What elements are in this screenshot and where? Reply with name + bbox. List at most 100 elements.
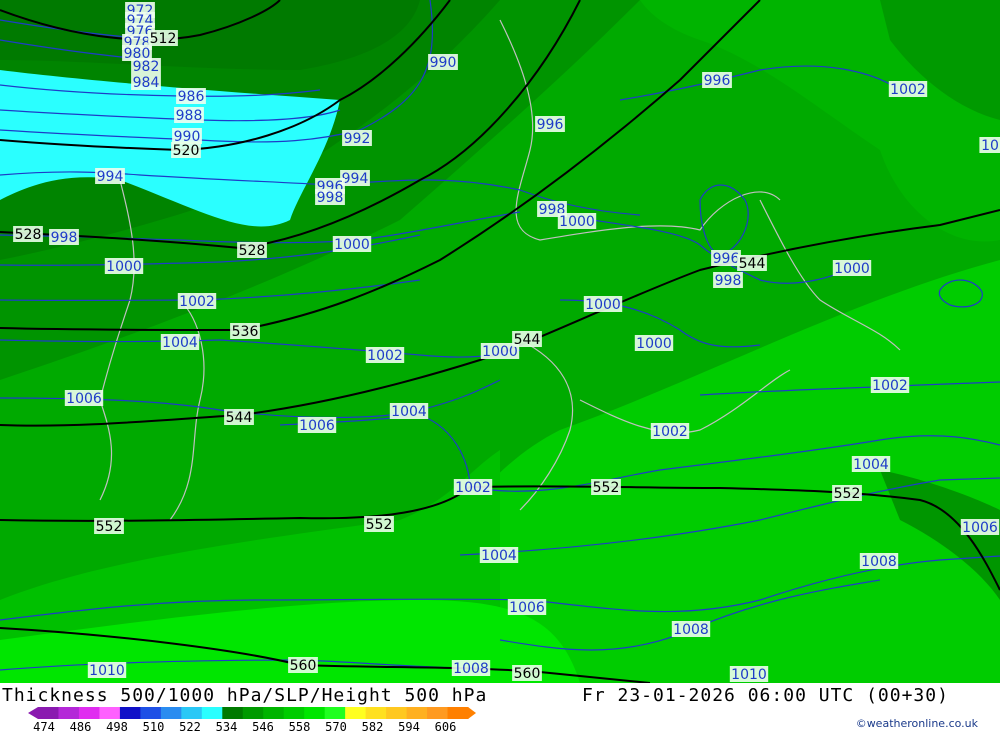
isobar-label-text: 1008 xyxy=(673,622,709,638)
isobar-label: 1006 xyxy=(64,390,104,407)
isobar-label-text: 1006 xyxy=(509,600,545,616)
color-scale-tick-label: 570 xyxy=(325,720,347,733)
color-scale-tick-label: 522 xyxy=(179,720,201,733)
height-label: 560 xyxy=(288,657,318,674)
color-scale-arrow-left xyxy=(28,707,38,719)
isobar-label-text: 1002 xyxy=(179,294,215,310)
isobar-label: 1002 xyxy=(453,479,493,496)
isobar-label: 992 xyxy=(342,130,372,147)
isobar-label-text: 1006 xyxy=(962,520,998,536)
height-label: 528 xyxy=(13,226,43,243)
height-label-text: 512 xyxy=(150,31,177,47)
isobar-label-text: 1000 xyxy=(636,336,672,352)
height-label: 512 xyxy=(148,30,178,47)
isobar-label-text: 996 xyxy=(713,251,740,267)
height-label: 560 xyxy=(512,665,542,682)
isobar-label: 1000 xyxy=(583,296,623,313)
isobar-label-text: 992 xyxy=(344,131,371,147)
isobar-label: 1010 xyxy=(87,662,127,679)
isobar-label: 1004 xyxy=(479,547,519,564)
isobar-label: 1000 xyxy=(104,258,144,275)
color-scale-swatch xyxy=(447,707,469,719)
credit-link[interactable]: ©weatheronline.co.uk xyxy=(856,717,978,730)
isobar-label: 1000 xyxy=(332,236,372,253)
isobar-label-text: 1002 xyxy=(367,348,403,364)
isobar-label-text: 998 xyxy=(317,190,344,206)
weather-map: 972 974 976 978 980 982 984 986 988 990 990 992 994 9… xyxy=(0,0,1000,683)
isobar-label: 996 xyxy=(535,116,565,133)
isobar-label-text: 990 xyxy=(430,55,457,71)
height-label: 544 xyxy=(737,255,767,272)
color-scale-swatch xyxy=(78,707,100,719)
height-label-text: 528 xyxy=(239,243,266,259)
isobar-label: 1008 xyxy=(671,621,711,638)
color-scale-swatch xyxy=(427,707,449,719)
height-label: 536 xyxy=(230,323,260,340)
height-label-text: 536 xyxy=(232,324,259,340)
isobar-label: 1008 xyxy=(451,660,491,677)
color-scale-tick-label: 486 xyxy=(70,720,92,733)
isobar-label-text: 988 xyxy=(176,108,203,124)
color-scale-tick-label: 558 xyxy=(289,720,311,733)
color-scale-tick-label: 594 xyxy=(398,720,420,733)
color-scale-swatch xyxy=(201,707,223,719)
height-label-text: 544 xyxy=(514,332,541,348)
isobar-label-text: 986 xyxy=(178,89,205,105)
height-label-text: 560 xyxy=(290,658,317,674)
isobar-label-text: 984 xyxy=(133,75,160,91)
height-label: 552 xyxy=(364,516,394,533)
isobar-label-text: 998 xyxy=(51,230,78,246)
isobar-label-text: 1004 xyxy=(162,335,198,351)
isobar-label-text: 1006 xyxy=(66,391,102,407)
valid-datetime: Fr 23-01-2026 06:00 UTC (00+30) xyxy=(582,685,949,706)
height-label: 528 xyxy=(237,242,267,259)
height-label: 552 xyxy=(94,518,124,535)
isobar-label-text: 1010 xyxy=(89,663,125,679)
isobar-label: 1002 xyxy=(177,293,217,310)
isobar-label-text: 1000 xyxy=(106,259,142,275)
isobar-label-text: 1010 xyxy=(731,667,767,683)
color-scale-swatch xyxy=(38,707,59,719)
color-scale-swatch xyxy=(365,707,387,719)
isobar-label-text: 1008 xyxy=(453,661,489,677)
isobar-label: 988 xyxy=(174,107,204,124)
height-label-text: 552 xyxy=(834,486,861,502)
isobar-label-text: 1000 xyxy=(559,214,595,230)
color-scale-swatch xyxy=(58,707,80,719)
isobar-label: 1000 xyxy=(634,335,674,352)
isobar-label-text: 1002 xyxy=(872,378,908,394)
map-footer: Thickness 500/1000 hPa/SLP/Height 500 hP… xyxy=(0,683,1000,733)
isobar-label: 1006 xyxy=(507,599,547,616)
height-label-text: 520 xyxy=(173,143,200,159)
isobar-label: 1004 xyxy=(160,334,200,351)
isobar-label: 1000 xyxy=(832,260,872,277)
isobar-label: 998 xyxy=(315,189,345,206)
isobar-label: 1002 xyxy=(888,81,928,98)
isobar-label-text: 1000 xyxy=(834,261,870,277)
isobar-label-text: 998 xyxy=(715,273,742,289)
isobar-label: 1000 xyxy=(557,213,597,230)
color-scale-tick-label: 510 xyxy=(143,720,165,733)
isobar-label-text: 1004 xyxy=(853,457,889,473)
isobar-label-text: 1002 xyxy=(455,480,491,496)
height-label: 544 xyxy=(224,409,254,426)
isobar-label-text: 1002 xyxy=(652,424,688,440)
height-label-text: 528 xyxy=(15,227,42,243)
isobar-label-text: 994 xyxy=(342,171,369,187)
isobar-label-text: 1000 xyxy=(585,297,621,313)
isobar-label: 986 xyxy=(176,88,206,105)
height-label-text: 552 xyxy=(366,517,393,533)
color-scale-tick-label: 546 xyxy=(252,720,274,733)
isobar-label: 982 xyxy=(131,58,161,75)
color-scale-swatch xyxy=(263,707,285,719)
color-scale-swatch xyxy=(160,707,182,719)
isobar-label-text: 10 xyxy=(981,138,999,154)
isobar-label: 996 xyxy=(711,250,741,267)
color-scale-tick-label: 474 xyxy=(33,720,55,733)
isobar-label-text: 994 xyxy=(97,169,124,185)
color-scale-legend: 474 486 498 510 522 534 546 558 570 582 594 606 xyxy=(28,707,476,733)
isobar-label: 1002 xyxy=(650,423,690,440)
isobar-label-text: 996 xyxy=(704,73,731,89)
color-scale-arrow-right xyxy=(468,707,476,719)
height-label: 520 xyxy=(171,142,201,159)
